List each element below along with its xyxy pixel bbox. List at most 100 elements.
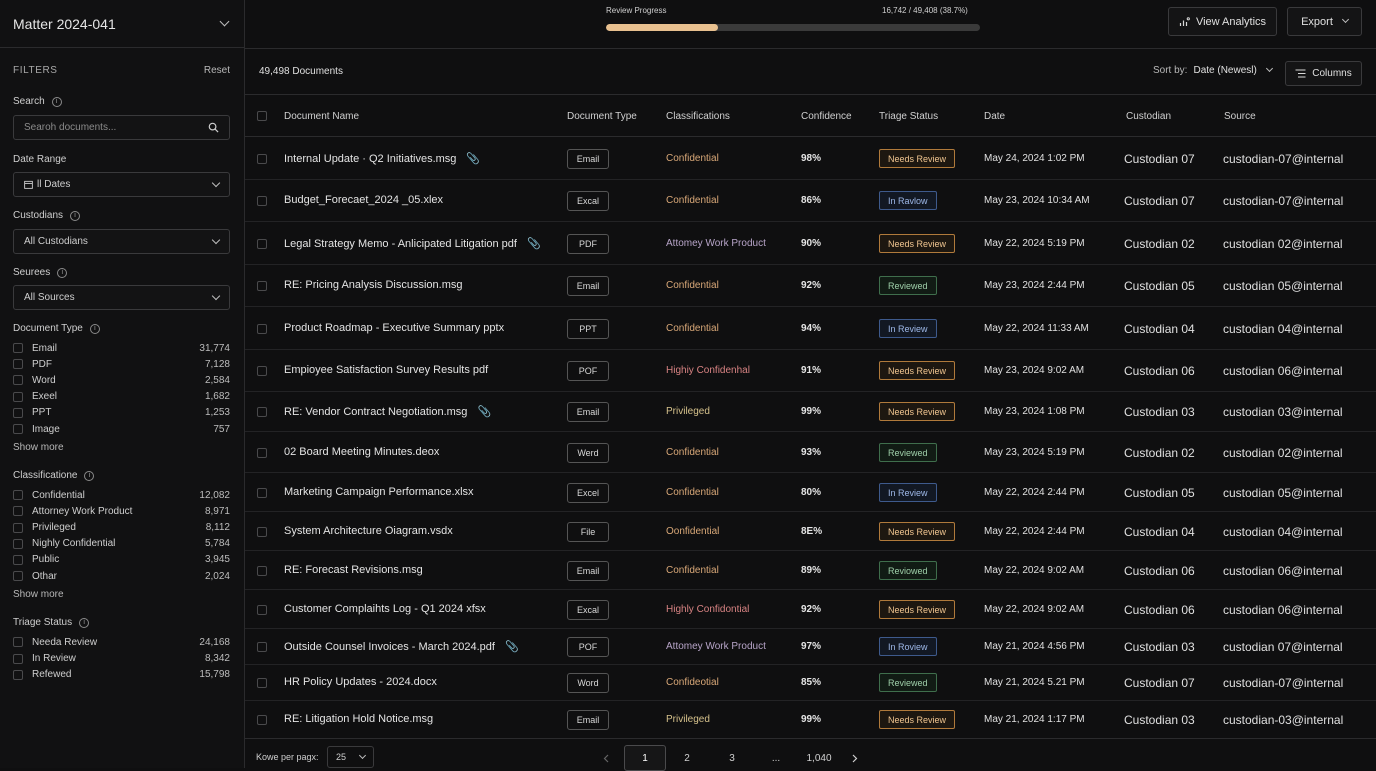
page-button-1[interactable]: 1 [624,745,666,771]
checkbox[interactable] [13,637,23,648]
document-name-cell[interactable]: Product Roadmap - Executive Summary pptx [284,322,504,334]
export-button[interactable]: Export [1287,7,1362,36]
filter-option-needs-review[interactable]: Needa Review 24,168 [0,634,244,650]
document-name[interactable]: Customer Complaihts Log - Q1 2024 xfsx [284,603,486,615]
checkbox[interactable] [13,669,23,680]
info-icon[interactable]: i [84,470,95,481]
checkbox[interactable] [13,407,23,418]
row-checkbox[interactable] [257,678,267,688]
document-name-cell[interactable]: Marketing Campaign Performance.xlsx [284,486,474,498]
row-checkbox[interactable] [257,324,267,334]
filter-option-excel[interactable]: Exeel 1,682 [0,389,244,405]
column-header-confidence[interactable]: Confidence [801,111,852,122]
document-name[interactable]: RE: Vendor Contract Negotiation.msg [284,406,467,418]
triage-status-badge[interactable]: Needs Review [879,361,956,380]
column-header-classifications[interactable]: Classifications [666,111,730,122]
filter-option-image[interactable]: Image 757 [0,421,244,437]
document-name-cell[interactable]: RE: Forecast Revisions.msg [284,564,423,576]
table-row[interactable]: RE: Forecast Revisions.msg Email Confident… [245,551,1376,590]
triage-status-badge[interactable]: In Review [879,483,937,502]
document-name[interactable]: Legal Strategy Memo - Anlicipated Litiga… [284,238,517,250]
triage-status-badge[interactable]: Reviewed [879,673,937,692]
filter-option-in-review[interactable]: In Review 8,342 [0,650,244,666]
document-name-cell[interactable]: Customer Complaihts Log - Q1 2024 xfsx [284,603,486,615]
document-name[interactable]: Empioyee Satisfaction Survey Results pdf [284,364,488,376]
table-row[interactable]: RE: Litigation Hold Notice.msg Email Privi… [245,701,1376,739]
filter-option-attorney-work-product[interactable]: Attorney Work Product 8,971 [0,503,244,519]
document-name[interactable]: Budget_Forecaet_2024 _05.xlex [284,194,443,206]
rows-per-page-select[interactable]: 25 [327,746,374,768]
checkbox[interactable] [13,424,23,435]
table-row[interactable]: Empioyee Satisfaction Survey Results pdf… [245,350,1376,392]
info-icon[interactable]: i [79,617,90,628]
filter-option-word[interactable]: Word 2,584 [0,372,244,388]
column-header-date[interactable]: Date [984,111,1005,122]
view-analytics-button[interactable]: View Analytics [1168,7,1277,36]
triage-status-badge[interactable]: Needs Review [879,710,956,729]
table-row[interactable]: Budget_Forecaet_2024 _05.xlex Excal Confid… [245,180,1376,222]
row-checkbox[interactable] [257,566,267,576]
document-name-cell[interactable]: 02 Board Meeting Minutes.deox [284,446,439,458]
document-name-cell[interactable]: RE: Vendor Contract Negotiation.msg 📎 [284,405,491,419]
triage-status-badge[interactable]: Needs Review [879,522,956,541]
next-page-button[interactable] [845,745,865,771]
page-button-3[interactable]: 3 [720,745,744,771]
search-input[interactable]: Searoh documents... [13,115,230,140]
document-name[interactable]: Internal Update · Q2 Initiatives.msg [284,153,456,165]
checkbox[interactable] [13,391,23,402]
filter-option-email[interactable]: Email 31,774 [0,340,244,356]
document-name[interactable]: Outside Counsel Invoices - March 2024.pd… [284,641,495,653]
table-row[interactable]: RE: Pricing Analysis Discussion.msg Email… [245,265,1376,307]
column-header-custodian[interactable]: Custodian [1126,111,1171,122]
filter-option-public[interactable]: Public 3,945 [0,552,244,568]
document-name-cell[interactable]: Legal Strategy Memo - Anlicipated Litiga… [284,237,541,251]
checkbox[interactable] [13,538,23,549]
table-row[interactable]: 02 Board Meeting Minutes.deox Werd Confide… [245,432,1376,473]
triage-status-badge[interactable]: In Ravlow [879,191,937,210]
triage-status-badge[interactable]: Needs Review [879,600,956,619]
document-name-cell[interactable]: HR Policy Updates - 2024.docx [284,676,437,688]
document-name[interactable]: HR Policy Updates - 2024.docx [284,676,437,688]
filter-option-other[interactable]: Othar 2,024 [0,568,244,584]
document-name-cell[interactable]: Outside Counsel Invoices - March 2024.pd… [284,640,519,654]
filter-option-privileged[interactable]: Privileged 8,112 [0,520,244,536]
custodians-select[interactable]: All Custodians [13,229,230,254]
triage-status-badge[interactable]: Needs Review [879,234,956,253]
select-all-checkbox[interactable] [257,111,267,121]
checkbox[interactable] [13,343,23,354]
table-row[interactable]: Marketing Campaign Performance.xlsx Excel… [245,473,1376,512]
document-name-cell[interactable]: RE: Pricing Analysis Discussion.msg [284,279,463,291]
checkbox[interactable] [13,490,23,501]
document-name[interactable]: System Architecture Oiagram.vsdx [284,525,453,537]
document-name[interactable]: RE: Pricing Analysis Discussion.msg [284,279,463,291]
document-name-cell[interactable]: Empioyee Satisfaction Survey Results pdf [284,364,488,376]
info-icon[interactable]: i [57,267,68,278]
column-header-document-type[interactable]: Document Type [567,111,637,122]
columns-button[interactable]: Columns [1285,61,1362,86]
row-checkbox[interactable] [257,366,267,376]
checkbox[interactable] [13,653,23,664]
reset-filters-button[interactable]: Reset [204,65,230,76]
checkbox[interactable] [13,522,23,533]
checkbox[interactable] [13,554,23,565]
triage-status-badge[interactable]: Needs Review [879,402,956,421]
row-checkbox[interactable] [257,527,267,537]
table-row[interactable]: Product Roadmap - Executive Summary pptx… [245,307,1376,350]
checkbox[interactable] [13,375,23,386]
table-row[interactable]: HR Policy Updates - 2024.docx Word Confide… [245,665,1376,701]
triage-status-badge[interactable]: Reviewed [879,443,937,462]
page-button-2[interactable]: 2 [675,745,699,771]
document-name-cell[interactable]: Internal Update · Q2 Initiatives.msg 📎 [284,152,480,166]
row-checkbox[interactable] [257,196,267,206]
triage-status-badge[interactable]: In Review [879,319,937,338]
document-name-cell[interactable]: RE: Litigation Hold Notice.msg [284,713,433,725]
info-icon[interactable]: i [51,96,62,107]
checkbox[interactable] [13,571,23,582]
info-icon[interactable]: i [70,210,81,221]
page-button-last[interactable]: 1,040 [801,745,837,771]
filter-option-reviewed[interactable]: Refewed 15,798 [0,667,244,683]
date-range-select[interactable]: ll Dates [13,172,230,197]
row-checkbox[interactable] [257,239,267,249]
classifications-show-more[interactable]: Show more [0,589,244,600]
table-row[interactable]: Customer Complaihts Log - Q1 2024 xfsx Ex… [245,590,1376,629]
